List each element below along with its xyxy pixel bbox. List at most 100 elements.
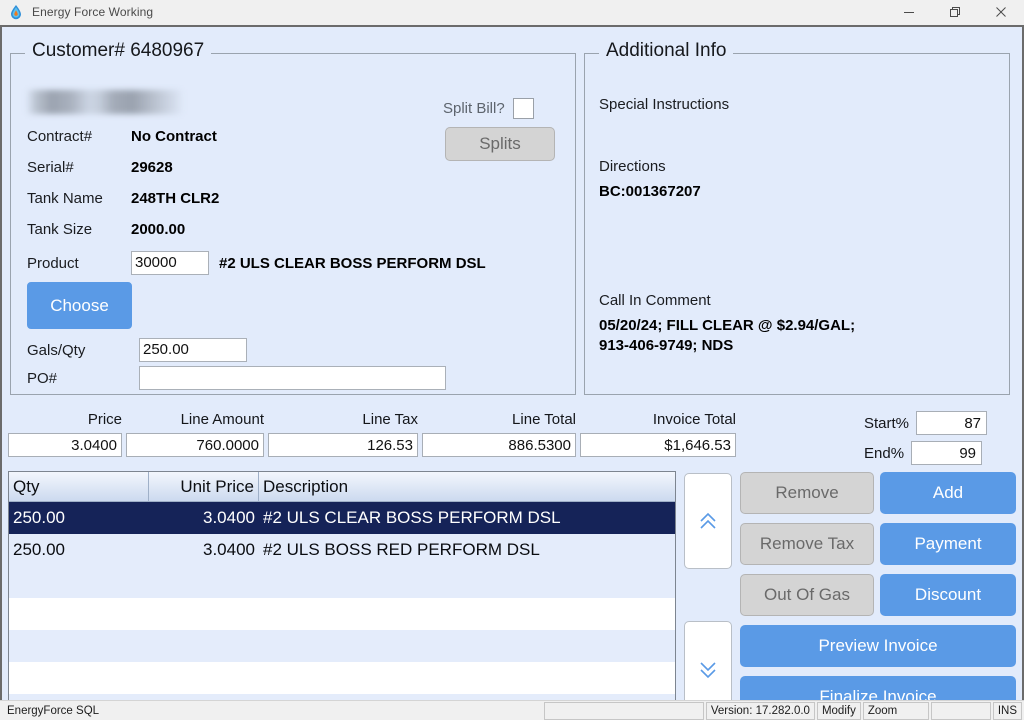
table-row[interactable]: 250.00 3.0400 #2 ULS CLEAR BOSS PERFORM … — [9, 502, 675, 534]
field-contract: Contract# No Contract — [27, 128, 217, 145]
chevron-double-down-icon — [697, 658, 719, 682]
special-instructions-label: Special Instructions — [599, 96, 730, 113]
total-line-total-value[interactable]: 886.5300 — [422, 433, 576, 457]
split-bill-row: Split Bill? — [443, 98, 534, 119]
additional-info-panel: Additional Info Special Instructions Dir… — [584, 40, 1010, 395]
grid-header-qty[interactable]: Qty — [9, 472, 149, 502]
cell-description — [259, 566, 675, 598]
window-title: Energy Force Working — [32, 5, 154, 19]
droplet-icon — [8, 4, 24, 20]
splits-button[interactable]: Splits — [445, 127, 555, 161]
cell-qty — [9, 566, 149, 598]
total-price-label: Price — [87, 411, 122, 428]
directions-value: BC:001367207 — [599, 183, 701, 200]
cell-unit-price: 3.0400 — [203, 508, 255, 527]
product-description: #2 ULS CLEAR BOSS PERFORM DSL — [219, 254, 486, 272]
total-line-amount-label: Line Amount — [180, 411, 264, 428]
cell-qty — [9, 598, 149, 630]
status-cells: Version: 17.282.0.0 Modify Zoom INS — [542, 701, 1024, 720]
po-input[interactable] — [139, 366, 446, 390]
status-app-name: EnergyForce SQL — [7, 704, 100, 717]
field-po: PO# — [27, 366, 446, 390]
remove-button[interactable]: Remove — [740, 472, 874, 514]
field-tank-size-label: Tank Size — [27, 221, 93, 238]
start-percent-label: Start% — [864, 414, 910, 432]
scroll-up-button[interactable] — [684, 473, 732, 569]
table-row[interactable] — [9, 566, 675, 598]
cell-description — [259, 630, 675, 662]
split-bill-label: Split Bill? — [443, 100, 505, 117]
cell-description — [259, 598, 675, 630]
out-of-gas-button[interactable]: Out Of Gas — [740, 574, 874, 616]
discount-button[interactable]: Discount — [880, 574, 1016, 616]
gals-qty-input[interactable]: 250.00 — [139, 338, 247, 362]
field-tank-size-value: 2000.00 — [131, 221, 186, 238]
add-button[interactable]: Add — [880, 472, 1016, 514]
table-row[interactable] — [9, 598, 675, 630]
scroll-down-button[interactable] — [684, 621, 732, 700]
cell-qty — [9, 630, 149, 662]
total-price-value[interactable]: 3.0400 — [8, 433, 122, 457]
cell-description — [259, 662, 675, 694]
line-items-grid[interactable]: Qty Unit Price Description 250.00 3.0400… — [8, 471, 676, 700]
table-row[interactable]: 250.00 3.0400 #2 ULS BOSS RED PERFORM DS… — [9, 534, 675, 566]
total-line-total-label: Line Total — [512, 411, 576, 428]
cell-qty: 250.00 — [13, 508, 65, 527]
field-serial: Serial# 29628 — [27, 159, 173, 176]
table-row[interactable] — [9, 662, 675, 694]
product-code-input[interactable]: 30000 — [131, 251, 209, 275]
status-bar: EnergyForce SQL Version: 17.282.0.0 Modi… — [0, 700, 1024, 720]
field-serial-label: Serial# — [27, 159, 74, 176]
call-in-comment-line-1: 05/20/24; FILL CLEAR @ $2.94/GAL; — [599, 317, 856, 334]
field-po-label: PO# — [27, 369, 58, 387]
restore-button[interactable] — [932, 0, 978, 25]
cell-unit-price — [149, 630, 259, 662]
choose-button[interactable]: Choose — [27, 282, 132, 329]
status-version: Version: 17.282.0.0 — [705, 701, 815, 720]
close-button[interactable] — [978, 0, 1024, 25]
cell-unit-price — [149, 598, 259, 630]
application-window: Energy Force Working Customer# 6480967 C… — [0, 0, 1024, 720]
total-line-tax-label: Line Tax — [362, 411, 418, 428]
status-blank-cell-2 — [930, 701, 991, 720]
total-invoice-total-value[interactable]: $1,646.53 — [580, 433, 736, 457]
status-insert-mode: INS — [992, 701, 1022, 720]
preview-invoice-button[interactable]: Preview Invoice — [740, 625, 1016, 667]
total-line-tax-value[interactable]: 126.53 — [268, 433, 418, 457]
customer-panel-title: Customer# 6480967 — [25, 40, 212, 62]
window-controls — [886, 0, 1024, 25]
customer-panel: Customer# 6480967 Contract# No Contract … — [10, 40, 576, 395]
field-tank-size: Tank Size 2000.00 — [27, 221, 185, 238]
cell-qty — [9, 662, 149, 694]
end-percent-input[interactable]: 99 — [911, 441, 983, 465]
grid-header-description[interactable]: Description — [259, 472, 675, 502]
customer-name-redacted — [27, 90, 182, 114]
status-blank-cell — [543, 701, 704, 720]
table-row[interactable] — [9, 630, 675, 662]
status-zoom: Zoom — [862, 701, 929, 720]
total-line-tax: Line Tax 126.53 — [268, 411, 418, 457]
split-bill-checkbox[interactable] — [512, 98, 534, 119]
cell-description: #2 ULS CLEAR BOSS PERFORM DSL — [263, 508, 561, 527]
cell-unit-price — [149, 566, 259, 598]
field-gals-qty-label: Gals/Qty — [27, 341, 86, 359]
end-percent-label: End% — [864, 444, 905, 462]
cell-unit-price — [149, 662, 259, 694]
field-gals-qty: Gals/Qty 250.00 — [27, 338, 247, 362]
field-product: Product 30000 #2 ULS CLEAR BOSS PERFORM … — [27, 251, 486, 275]
grid-header-row: Qty Unit Price Description — [9, 472, 675, 502]
total-line-total: Line Total 886.5300 — [422, 411, 576, 457]
total-line-amount-value[interactable]: 760.0000 — [126, 433, 264, 457]
end-percent-row: End% 99 — [864, 441, 983, 465]
chevron-double-up-icon — [697, 509, 719, 533]
grid-header-unit-price[interactable]: Unit Price — [149, 472, 259, 502]
client-area: Customer# 6480967 Contract# No Contract … — [0, 25, 1024, 700]
field-product-label: Product — [27, 254, 79, 272]
finalize-invoice-button[interactable]: Finalize Invoice — [740, 676, 1016, 700]
call-in-comment-line-2: 913-406-9749; NDS — [599, 337, 734, 354]
payment-button[interactable]: Payment — [880, 523, 1016, 565]
start-percent-input[interactable]: 87 — [916, 411, 988, 435]
minimize-button[interactable] — [886, 0, 932, 25]
total-invoice-total-label: Invoice Total — [652, 411, 736, 428]
remove-tax-button[interactable]: Remove Tax — [740, 523, 874, 565]
